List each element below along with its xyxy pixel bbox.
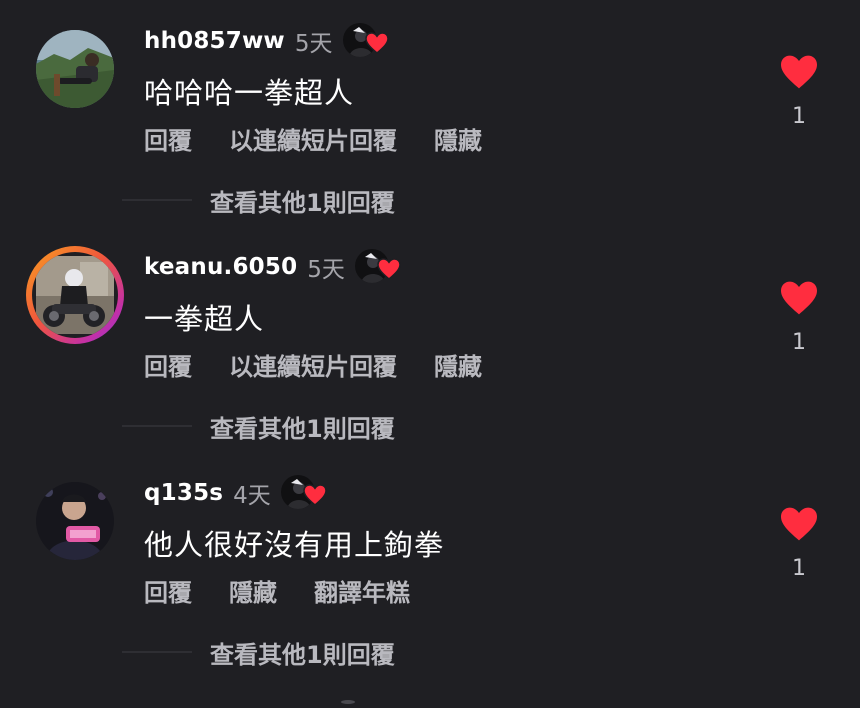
creator-liked-heart-icon [364,32,389,54]
comment-actions: 回覆 以連續短片回覆 隱藏 [144,120,482,156]
creator-liked-badge [342,23,391,59]
username[interactable]: keanu.6050 [144,254,297,280]
video-reply-button[interactable]: 以連續短片回覆 [229,121,397,156]
comment-item: keanu.6050 5天 一拳超人 回覆 以連續短片回覆 隱藏 查看其他1則回… [0,226,860,452]
view-more-replies-label: 查看其他1則回覆 [210,640,395,669]
view-more-replies[interactable]: 查看其他1則回覆 [122,406,395,446]
view-more-replies-label: 查看其他1則回覆 [210,414,395,443]
view-more-replies[interactable]: 查看其他1則回覆 [122,632,395,672]
avatar-story-ring[interactable] [26,246,124,344]
divider [122,199,192,201]
heart-icon [781,55,817,89]
comment-text: 一拳超人 [144,302,265,336]
like-button[interactable]: 1 [778,506,820,581]
hide-button[interactable]: 隱藏 [434,121,482,156]
comment-header: hh0857ww 5天 [144,23,391,59]
timestamp: 5天 [307,257,345,283]
creator-liked-heart-icon [303,484,327,506]
like-count: 1 [792,330,806,355]
comment-header: keanu.6050 5天 [144,249,403,285]
divider [122,651,192,653]
like-count: 1 [792,104,806,129]
like-button[interactable]: 1 [778,54,820,129]
hide-button[interactable]: 隱藏 [229,573,277,608]
comment-item: q135s 4天 他人很好沒有用上鉤拳 回覆 隱藏 翻譯年糕 查看其他1則回覆 … [0,452,860,678]
view-more-replies[interactable]: 查看其他1則回覆 [122,180,395,220]
video-reply-button[interactable]: 以連續短片回覆 [229,347,397,382]
reply-button[interactable]: 回覆 [144,347,192,382]
comment-actions: 回覆 以連續短片回覆 隱藏 [144,346,482,382]
comment-text: 哈哈哈一拳超人 [144,76,355,110]
avatar[interactable] [36,30,114,108]
comments-list: hh0857ww 5天 哈哈哈一拳超人 回覆 以連續短片回覆 隱藏 查看其他1則… [0,0,860,708]
creator-liked-badge [354,249,403,285]
divider [122,425,192,427]
view-more-replies-label: 查看其他1則回覆 [210,188,395,217]
comment-header: q135s 4天 [144,475,329,511]
avatar [32,252,118,338]
heart-icon [781,507,817,541]
creator-liked-heart-icon [377,258,401,280]
comment-actions: 回覆 隱藏 翻譯年糕 [144,572,410,608]
like-button[interactable]: 1 [778,280,820,355]
loading-indicator-icon [341,700,355,704]
reply-button[interactable]: 回覆 [144,573,192,608]
like-count: 1 [792,556,806,581]
avatar[interactable] [36,482,114,560]
comment-text: 他人很好沒有用上鉤拳 [144,528,445,562]
username[interactable]: q135s [144,480,223,506]
reply-button[interactable]: 回覆 [144,121,192,156]
timestamp: 4天 [233,483,271,509]
username[interactable]: hh0857ww [144,28,285,54]
timestamp: 5天 [294,31,333,57]
heart-icon [781,281,817,315]
translate-button[interactable]: 翻譯年糕 [314,573,410,608]
creator-liked-badge [280,475,329,511]
hide-button[interactable]: 隱藏 [434,347,482,382]
comment-item: hh0857ww 5天 哈哈哈一拳超人 回覆 以連續短片回覆 隱藏 查看其他1則… [0,0,860,226]
